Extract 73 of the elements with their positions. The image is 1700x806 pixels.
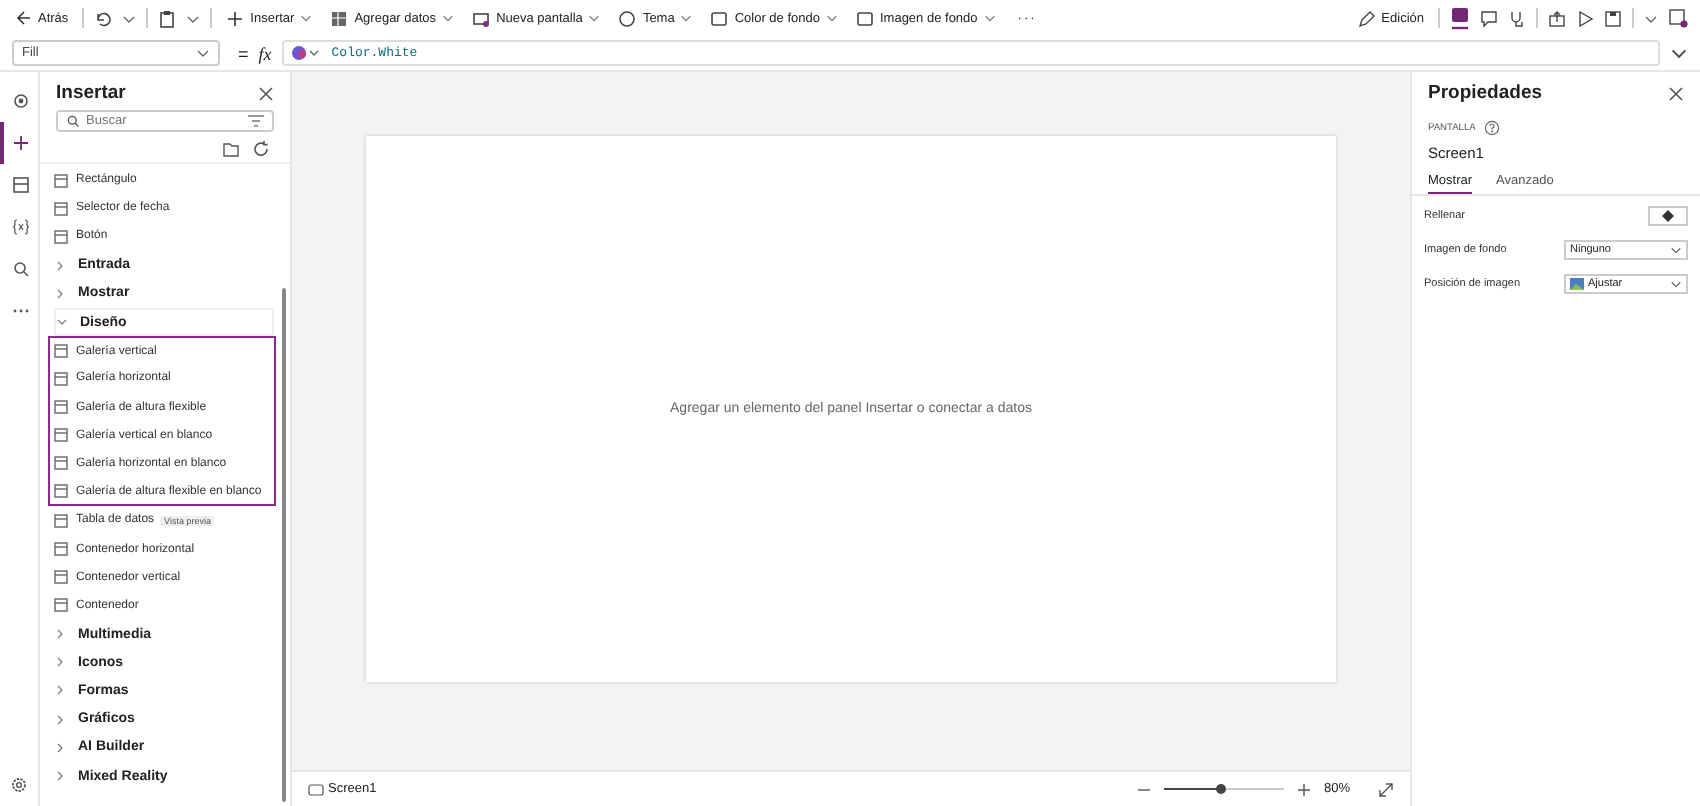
settings-icon[interactable] [10,776,28,794]
control-icon [54,229,68,244]
chevron-icon [300,12,313,24]
circle-icon [618,9,637,27]
data-icon [12,176,30,194]
color-picker-button[interactable] [1648,205,1688,225]
back-arrow-icon [16,10,32,26]
chevron-icon[interactable] [186,11,201,25]
fullscreen-icon[interactable] [1378,781,1394,797]
control-icon [54,542,68,557]
panel-title: Insertar [56,82,126,104]
control-icon [54,201,68,216]
chevron-icon[interactable] [1644,11,1658,25]
undo-icon[interactable] [94,9,113,27]
expand-chevron-icon[interactable] [1670,44,1688,62]
stethoscope-icon[interactable] [1508,9,1526,27]
folder-icon[interactable] [222,140,240,158]
control-icon [54,371,68,386]
search-icon [12,260,30,278]
screen-icon [472,9,491,27]
color-picker-icon [289,44,322,62]
square-icon [710,9,729,27]
pencil-icon [1357,9,1376,27]
app-icon[interactable] [1450,6,1470,30]
control-icon [54,456,68,471]
plus-icon [226,9,245,27]
chevron-icon[interactable] [122,11,137,25]
search-icon [66,114,80,128]
zoom-in-icon[interactable] [1295,781,1312,797]
chevron-icon [54,684,66,697]
chevron-icon [54,259,66,272]
chevron-icon [54,741,66,754]
chevron-icon [1670,243,1682,255]
close-icon[interactable] [1668,85,1684,101]
play-icon[interactable] [1576,9,1594,27]
control-icon [54,428,68,443]
chevron-icon [1670,277,1682,289]
control-icon [54,513,68,528]
share-icon[interactable] [1548,9,1566,27]
chevron-icon [680,12,693,24]
chevron-icon [54,628,66,641]
plus-icon [12,134,30,152]
clipboard-icon[interactable] [158,9,177,27]
chevron-icon [54,656,66,669]
close-icon[interactable] [258,85,274,101]
chevron-icon [588,12,601,24]
chevron-icon [54,287,66,300]
control-icon [54,173,68,188]
image-icon [1570,277,1584,289]
fx-label: fx [258,43,272,63]
chevron-icon [825,12,838,24]
filter-icon[interactable] [248,114,264,128]
chevron-icon [196,46,210,60]
chevron-icon [54,770,66,783]
panel-title: Propiedades [1428,82,1543,104]
control-icon [54,570,68,585]
save-icon[interactable] [1604,9,1622,27]
screen-icon [308,783,324,795]
chevron-icon [54,713,66,726]
grid-icon [330,9,349,27]
refresh-icon[interactable] [252,140,270,158]
control-icon [54,598,68,613]
chevron-icon [56,316,68,329]
variables-icon [12,218,30,236]
equals-sign: = [238,43,249,63]
comment-icon[interactable] [1480,9,1498,27]
chevron-icon [983,12,996,24]
control-icon [54,400,68,415]
chevron-icon [442,12,455,24]
control-icon [54,484,68,499]
control-icon [54,344,68,359]
help-icon[interactable] [1483,120,1500,136]
square-icon [855,9,874,27]
